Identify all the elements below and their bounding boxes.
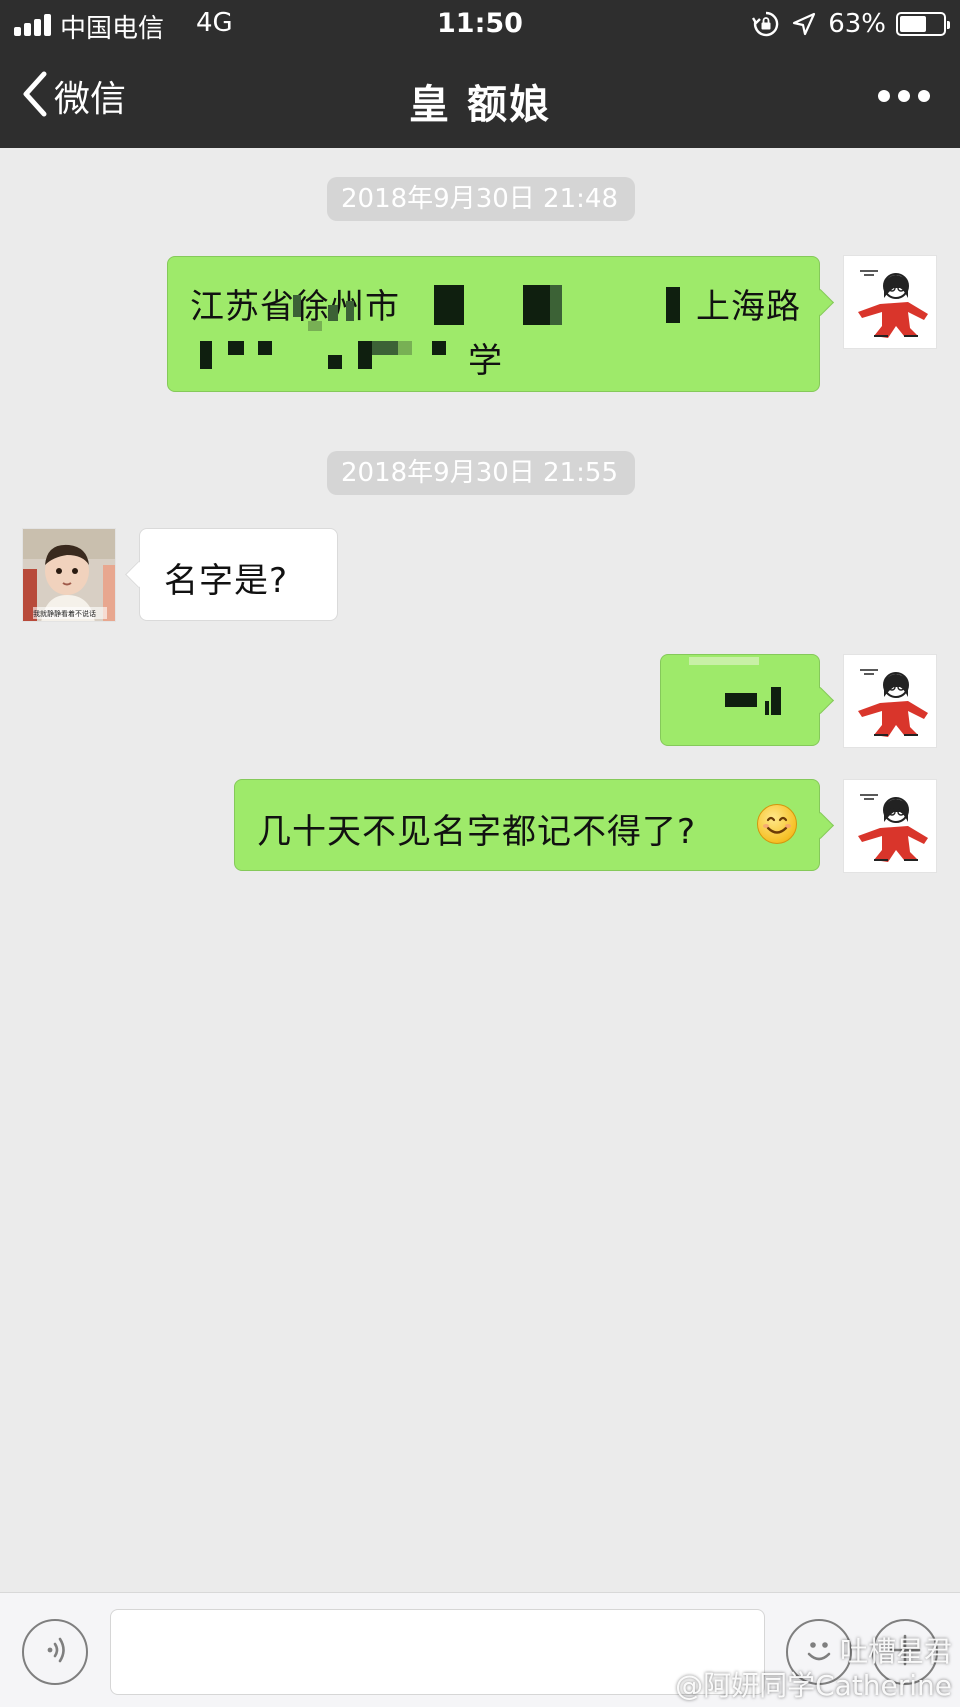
watermark-line: @阿妍同学Catherine: [675, 1669, 952, 1702]
message-bubble-outgoing[interactable]: [660, 654, 820, 746]
my-avatar[interactable]: [843, 654, 937, 748]
timestamp-chip: 2018年9月30日 21:55: [327, 451, 635, 495]
timestamp-chip: 2018年9月30日 21:48: [327, 177, 635, 221]
voice-icon: [38, 1633, 72, 1671]
more-icon[interactable]: [878, 84, 930, 108]
location-icon: [792, 12, 816, 36]
message-text: 名字是?: [164, 561, 289, 601]
my-avatar[interactable]: [843, 779, 937, 873]
message-text: 上海路: [696, 287, 801, 327]
battery-icon: [896, 12, 950, 36]
smile-emoji-icon: [757, 804, 797, 844]
avatar-caption: 我就静静看着不说话: [33, 610, 96, 618]
contact-avatar[interactable]: 我就静静看着不说话: [22, 528, 116, 622]
watermark-line: 吐槽星君: [839, 1635, 952, 1668]
top-bar: 中国电信 4G 11:50 63% 微信 皇 额娘: [0, 0, 960, 148]
chat-title: 皇 额娘: [409, 82, 551, 128]
voice-button[interactable]: [22, 1619, 88, 1685]
nav-bar: 微信 皇 额娘: [0, 48, 960, 148]
message-text: 学: [468, 341, 503, 381]
watermark: 吐槽星君 @阿妍同学Catherine: [675, 1635, 952, 1703]
battery-percent: 63%: [828, 9, 886, 39]
message-text: 几十天不见名字都记不得了?: [257, 812, 697, 852]
message-input[interactable]: [110, 1609, 765, 1695]
rotation-lock-icon: [752, 10, 780, 38]
status-right: 63%: [752, 8, 950, 40]
message-bubble-incoming[interactable]: 名字是?: [139, 528, 338, 621]
my-avatar[interactable]: [843, 255, 937, 349]
battery-fill: [900, 16, 927, 32]
status-bar: 中国电信 4G 11:50 63%: [0, 0, 960, 48]
message-bubble-outgoing[interactable]: 几十天不见名字都记不得了?: [234, 779, 820, 871]
message-bubble-outgoing[interactable]: 江苏省徐州市 上海路 学: [167, 256, 820, 392]
